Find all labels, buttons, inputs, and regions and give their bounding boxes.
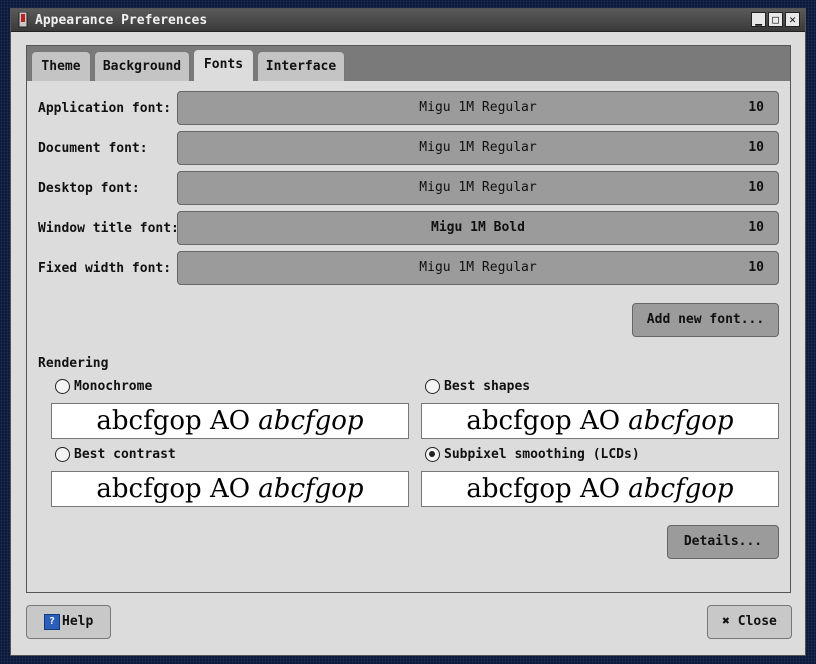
tab-fonts[interactable]: Fonts bbox=[193, 49, 254, 82]
application-font-label: Application font: bbox=[38, 101, 172, 116]
help-icon: ? bbox=[44, 613, 60, 630]
best-shapes-radio[interactable] bbox=[425, 379, 440, 394]
font-size: 10 bbox=[748, 220, 764, 235]
rendering-label: Rendering bbox=[38, 356, 109, 371]
font-name: Migu 1M Bold bbox=[431, 220, 525, 235]
subpixel-smoothing-radio[interactable] bbox=[425, 447, 440, 462]
font-name: Migu 1M Regular bbox=[419, 140, 537, 155]
desktop-font-button[interactable]: Migu 1M Regular 10 bbox=[177, 171, 779, 205]
font-size: 10 bbox=[748, 100, 764, 115]
window-title-font-button[interactable]: Migu 1M Bold 10 bbox=[177, 211, 779, 245]
appearance-preferences-window: Appearance Preferences ▁ □ ✕ Theme Backg… bbox=[10, 8, 806, 656]
preview-italic-text: abcfgop bbox=[628, 474, 734, 504]
close-window-button[interactable]: ✕ bbox=[785, 12, 800, 27]
add-new-font-button[interactable]: Add new font... bbox=[632, 303, 779, 337]
monochrome-label[interactable]: Monochrome bbox=[74, 379, 152, 394]
close-button[interactable]: ✖ Close bbox=[707, 605, 792, 639]
best-contrast-preview: abcfgop AO abcfgop bbox=[51, 471, 409, 507]
best-contrast-radio[interactable] bbox=[55, 447, 70, 462]
subpixel-smoothing-preview: abcfgop AO abcfgop bbox=[421, 471, 779, 507]
font-size: 10 bbox=[748, 140, 764, 155]
help-button[interactable]: ? Help bbox=[26, 605, 111, 639]
preview-italic-text: abcfgop bbox=[628, 406, 734, 436]
window-title: Appearance Preferences bbox=[35, 13, 208, 28]
app-icon bbox=[18, 12, 28, 28]
title-bar[interactable]: Appearance Preferences ▁ □ ✕ bbox=[11, 9, 805, 32]
notebook: Theme Background Fonts Interface Applica… bbox=[26, 45, 791, 593]
preview-italic-text: abcfgop bbox=[258, 474, 364, 504]
help-label: Help bbox=[62, 614, 94, 629]
font-name: Migu 1M Regular bbox=[419, 100, 537, 115]
fonts-panel: Application font: Migu 1M Regular 10 Doc… bbox=[27, 81, 790, 592]
tab-background[interactable]: Background bbox=[94, 51, 190, 82]
window-title-font-label: Window title font: bbox=[38, 221, 179, 236]
best-shapes-preview: abcfgop AO abcfgop bbox=[421, 403, 779, 439]
font-name: Migu 1M Regular bbox=[419, 180, 537, 195]
font-size: 10 bbox=[748, 260, 764, 275]
maximize-button[interactable]: □ bbox=[768, 12, 783, 27]
subpixel-smoothing-label[interactable]: Subpixel smoothing (LCDs) bbox=[444, 447, 640, 462]
best-shapes-label[interactable]: Best shapes bbox=[444, 379, 530, 394]
preview-text: abcfgop AO bbox=[466, 406, 629, 436]
tab-theme[interactable]: Theme bbox=[31, 51, 91, 82]
document-font-label: Document font: bbox=[38, 141, 148, 156]
preview-text: abcfgop AO bbox=[96, 474, 259, 504]
close-icon: ✖ bbox=[722, 614, 730, 629]
fixed-width-font-label: Fixed width font: bbox=[38, 261, 172, 276]
preview-italic-text: abcfgop bbox=[258, 406, 364, 436]
application-font-button[interactable]: Migu 1M Regular 10 bbox=[177, 91, 779, 125]
font-size: 10 bbox=[748, 180, 764, 195]
fixed-width-font-button[interactable]: Migu 1M Regular 10 bbox=[177, 251, 779, 285]
tab-interface[interactable]: Interface bbox=[257, 51, 345, 82]
preview-text: abcfgop AO bbox=[96, 406, 259, 436]
minimize-button[interactable]: ▁ bbox=[751, 12, 766, 27]
close-label: Close bbox=[737, 614, 777, 629]
details-button[interactable]: Details... bbox=[667, 525, 779, 559]
document-font-button[interactable]: Migu 1M Regular 10 bbox=[177, 131, 779, 165]
desktop-font-label: Desktop font: bbox=[38, 181, 140, 196]
font-name: Migu 1M Regular bbox=[419, 260, 537, 275]
monochrome-preview: abcfgop AO abcfgop bbox=[51, 403, 409, 439]
monochrome-radio[interactable] bbox=[55, 379, 70, 394]
best-contrast-label[interactable]: Best contrast bbox=[74, 447, 176, 462]
preview-text: abcfgop AO bbox=[466, 474, 629, 504]
